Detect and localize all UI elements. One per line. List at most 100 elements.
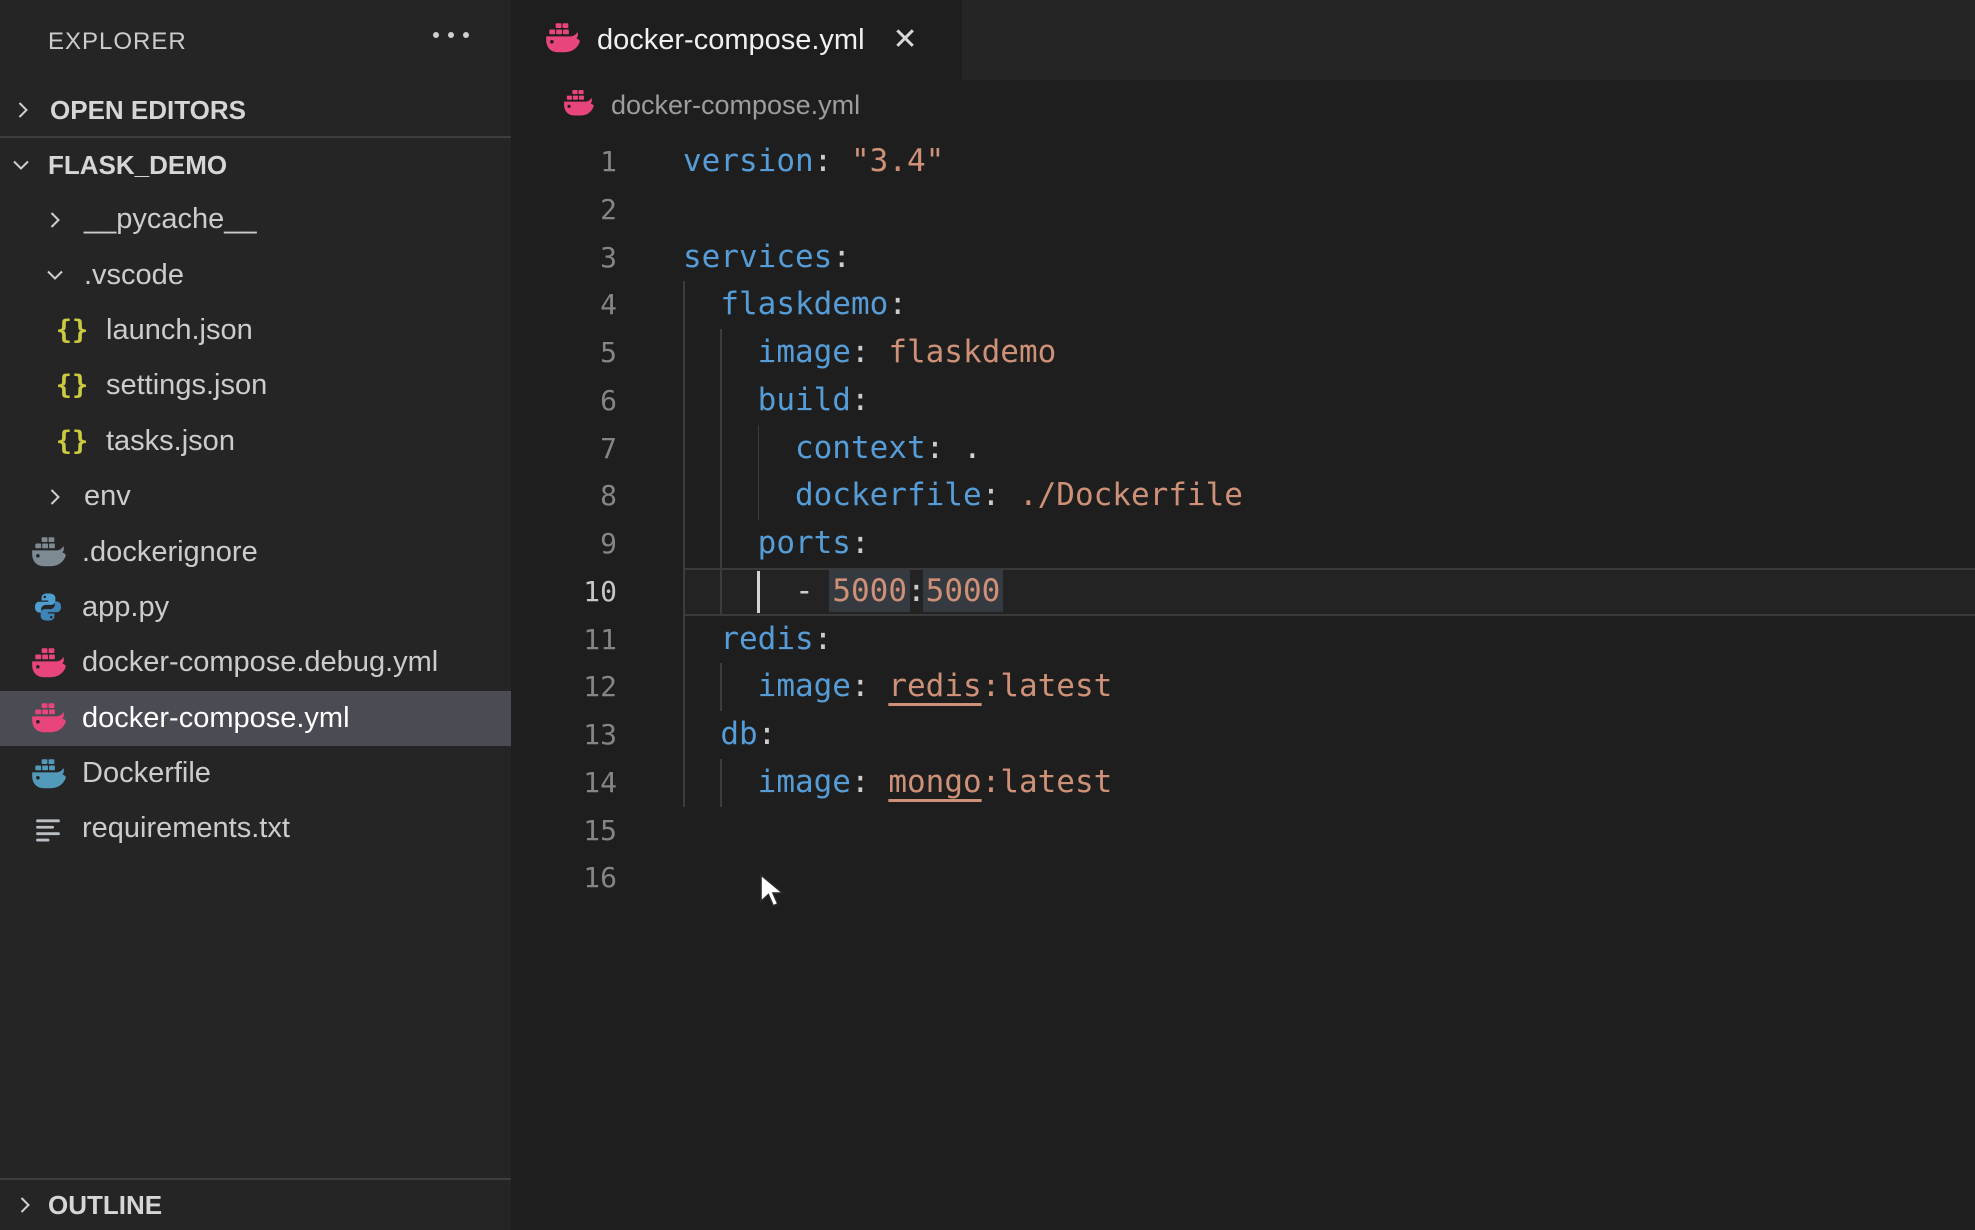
tree-item-label: docker-compose.debug.yml (82, 646, 438, 679)
line-number: 6 (511, 377, 617, 425)
code-line-7[interactable]: 7 context: . (511, 425, 1975, 473)
section-workspace[interactable]: FLASK_DEMO (0, 138, 511, 192)
code-token: 5000 (832, 573, 907, 609)
code-line-9[interactable]: 9 ports: (511, 520, 1975, 568)
file-Dockerfile[interactable]: Dockerfile (0, 746, 511, 801)
code-token: 5000 (926, 573, 1001, 609)
docker-whale-icon (543, 23, 581, 58)
file-requirements.txt[interactable]: requirements.txt (0, 801, 511, 856)
code-token: context (795, 430, 926, 466)
code-token (870, 668, 889, 704)
code-line-5[interactable]: 5 image: flaskdemo (511, 329, 1975, 377)
section-open-editors[interactable]: OPEN EDITORS (0, 84, 511, 138)
code-content: version: "3.4" (683, 138, 944, 186)
breadcrumb-label: docker-compose.yml (611, 90, 860, 121)
file-app.py[interactable]: app.py (0, 580, 511, 635)
code-token: : (851, 382, 870, 418)
code-token: ports (758, 525, 851, 561)
code-content: image: mongo:latest (683, 759, 1112, 807)
image-link-token[interactable]: mongo (888, 764, 981, 800)
chevron-down-icon (10, 154, 34, 176)
code-line-8[interactable]: 8 dockerfile: ./Dockerfile (511, 472, 1975, 520)
code-content: image: redis:latest (683, 663, 1112, 711)
docker-whale-icon (28, 759, 68, 789)
code-content: build: (683, 377, 870, 425)
code-token: build (758, 382, 851, 418)
code-token: : (814, 621, 833, 657)
indent-guide (720, 329, 722, 377)
code-token: image (758, 334, 851, 370)
indent-guide (683, 425, 685, 473)
code-token: db (720, 716, 757, 752)
code-token: : (926, 430, 945, 466)
tab-label: docker-compose.yml (597, 24, 865, 57)
line-number: 14 (511, 759, 617, 807)
indent-guide (683, 616, 685, 664)
folder-.vscode[interactable]: .vscode (0, 247, 511, 302)
code-line-10[interactable]: 10 - 5000:5000 (511, 568, 1975, 616)
code-content: - 5000:5000 (683, 568, 1000, 616)
section-label: OUTLINE (48, 1190, 162, 1221)
file-launch.json[interactable]: {}launch.json (0, 303, 511, 358)
docker-whale-icon (559, 88, 597, 123)
file-.dockerignore[interactable]: .dockerignore (0, 524, 511, 579)
vscode-window: { "colors": { "key": "#569cd6", "string"… (0, 0, 1975, 1230)
tab-docker-compose-yml[interactable]: docker-compose.yml ✕ (511, 0, 962, 80)
code-token: flaskdemo (720, 286, 888, 322)
file-tasks.json[interactable]: {} tasks.json (0, 414, 511, 469)
folder-env[interactable]: env (0, 469, 511, 524)
indent-guide (758, 472, 760, 520)
code-token: : (982, 477, 1001, 513)
tree-item-label: tasks.json (106, 425, 235, 458)
code-line-12[interactable]: 12 image: redis:latest (511, 663, 1975, 711)
json-braces-icon: {} (52, 426, 92, 457)
explorer-header: EXPLORER (0, 0, 511, 84)
folder-__pycache__[interactable]: __pycache__ (0, 192, 511, 247)
code-line-16[interactable]: 16 (511, 854, 1975, 902)
code-token: :latest (982, 764, 1113, 800)
file-docker-compose.yml[interactable]: docker-compose.yml (0, 691, 511, 746)
section-label: OPEN EDITORS (50, 95, 246, 126)
code-token: : (851, 334, 870, 370)
section-outline[interactable]: OUTLINE (0, 1178, 511, 1230)
image-link-token[interactable]: redis (888, 668, 981, 704)
code-token (683, 716, 720, 752)
code-line-4[interactable]: 4 flaskdemo: (511, 281, 1975, 329)
code-token: :latest (982, 668, 1113, 704)
code-token: : (851, 668, 870, 704)
code-line-3[interactable]: 3services: (511, 234, 1975, 282)
tree-item-label: settings.json (106, 369, 267, 402)
mouse-pointer-icon (758, 873, 792, 916)
code-line-13[interactable]: 13 db: (511, 711, 1975, 759)
line-number: 2 (511, 186, 617, 234)
indent-guide (720, 568, 722, 616)
section-label: FLASK_DEMO (48, 150, 227, 181)
code-line-14[interactable]: 14 image: mongo:latest (511, 759, 1975, 807)
code-line-15[interactable]: 15 (511, 807, 1975, 855)
close-icon[interactable]: ✕ (893, 25, 918, 55)
code-token: : (888, 286, 907, 322)
code-token (683, 477, 795, 513)
explorer-title: EXPLORER (48, 28, 187, 56)
line-number: 9 (511, 520, 617, 568)
code-line-2[interactable]: 2 (511, 186, 1975, 234)
line-number: 4 (511, 281, 617, 329)
indent-guide (720, 759, 722, 807)
more-actions-icon[interactable] (433, 32, 469, 38)
line-number: 3 (511, 234, 617, 282)
code-token: - (795, 573, 814, 609)
indent-guide (683, 377, 685, 425)
text-file-icon (28, 815, 68, 843)
line-number: 16 (511, 854, 617, 902)
chevron-right-icon (44, 209, 68, 231)
docker-whale-icon (28, 537, 68, 567)
code-line-1[interactable]: 1version: "3.4" (511, 138, 1975, 186)
code-token: image (758, 764, 851, 800)
indent-guide (683, 281, 685, 329)
file-docker-compose.debug.yml[interactable]: docker-compose.debug.yml (0, 635, 511, 690)
file-settings.json[interactable]: {}settings.json (0, 358, 511, 413)
breadcrumb[interactable]: docker-compose.yml (511, 80, 1975, 130)
code-line-11[interactable]: 11 redis: (511, 616, 1975, 664)
code-line-6[interactable]: 6 build: (511, 377, 1975, 425)
code-content: flaskdemo: (683, 281, 907, 329)
